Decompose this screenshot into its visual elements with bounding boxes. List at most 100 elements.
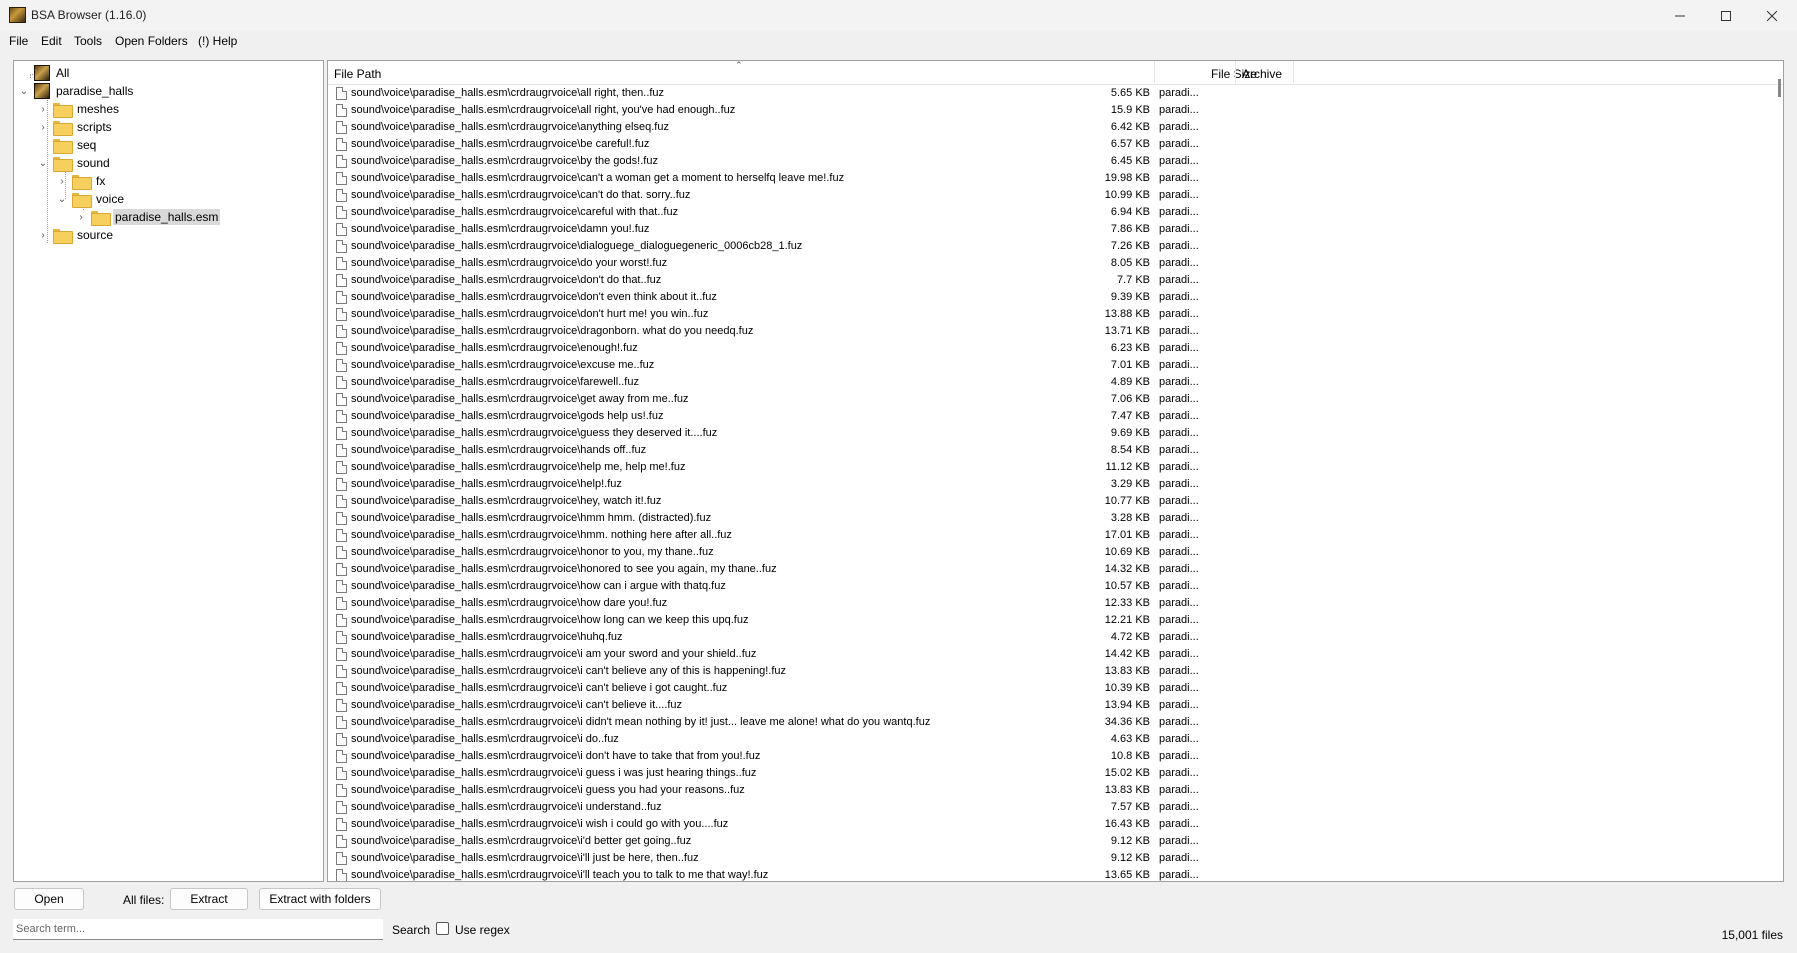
tree-item-paradise-halls-esm[interactable]: › paradise_halls.esm — [75, 208, 221, 226]
file-size-cell: 6.94 KB — [1110, 206, 1150, 218]
table-row[interactable]: sound\voice\paradise_halls.esm\crdraugrv… — [328, 816, 1783, 833]
tree-item-paradise-halls[interactable]: ⌄ paradise_halls — [18, 82, 135, 100]
table-row[interactable]: sound\voice\paradise_halls.esm\crdraugrv… — [328, 731, 1783, 748]
table-row[interactable]: sound\voice\paradise_halls.esm\crdraugrv… — [328, 85, 1783, 102]
tree-item-all[interactable]: All — [18, 64, 71, 82]
table-row[interactable]: sound\voice\paradise_halls.esm\crdraugrv… — [328, 170, 1783, 187]
table-row[interactable]: sound\voice\paradise_halls.esm\crdraugrv… — [328, 289, 1783, 306]
tree-item-scripts[interactable]: › scripts — [37, 118, 114, 136]
menu-edit[interactable]: Edit — [41, 34, 62, 48]
file-path-cell: sound\voice\paradise_halls.esm\crdraugrv… — [351, 818, 729, 830]
open-button[interactable]: Open — [14, 888, 84, 910]
table-row[interactable]: sound\voice\paradise_halls.esm\crdraugrv… — [328, 306, 1783, 323]
column-file-path[interactable]: File Path — [328, 61, 1154, 85]
table-row[interactable]: sound\voice\paradise_halls.esm\crdraugrv… — [328, 850, 1783, 867]
table-row[interactable]: sound\voice\paradise_halls.esm\crdraugrv… — [328, 323, 1783, 340]
table-row[interactable]: sound\voice\paradise_halls.esm\crdraugrv… — [328, 442, 1783, 459]
table-row[interactable]: sound\voice\paradise_halls.esm\crdraugrv… — [328, 799, 1783, 816]
search-button[interactable]: Search — [392, 923, 430, 937]
table-row[interactable]: sound\voice\paradise_halls.esm\crdraugrv… — [328, 272, 1783, 289]
column-archive[interactable]: Archive — [1236, 61, 1296, 85]
chevron-right-icon[interactable]: › — [56, 175, 68, 187]
tree-item-fx[interactable]: › fx — [56, 172, 107, 190]
chevron-right-icon[interactable]: › — [37, 103, 49, 115]
table-row[interactable]: sound\voice\paradise_halls.esm\crdraugrv… — [328, 136, 1783, 153]
table-row[interactable]: sound\voice\paradise_halls.esm\crdraugrv… — [328, 459, 1783, 476]
file-icon — [336, 410, 347, 423]
table-row[interactable]: sound\voice\paradise_halls.esm\crdraugrv… — [328, 527, 1783, 544]
table-row[interactable]: sound\voice\paradise_halls.esm\crdraugrv… — [328, 867, 1783, 881]
file-size-cell: 10.57 KB — [1104, 580, 1150, 592]
file-size-cell: 34.36 KB — [1104, 716, 1150, 728]
file-size-cell: 7.26 KB — [1110, 240, 1150, 252]
menu-tools[interactable]: Tools — [74, 34, 102, 48]
table-row[interactable]: sound\voice\paradise_halls.esm\crdraugrv… — [328, 612, 1783, 629]
table-row[interactable]: sound\voice\paradise_halls.esm\crdraugrv… — [328, 748, 1783, 765]
extract-with-folders-button[interactable]: Extract with folders — [259, 888, 381, 910]
table-row[interactable]: sound\voice\paradise_halls.esm\crdraugrv… — [328, 680, 1783, 697]
table-row[interactable]: sound\voice\paradise_halls.esm\crdraugrv… — [328, 340, 1783, 357]
tree-item-voice[interactable]: ⌄ voice — [56, 190, 126, 208]
folder-tree[interactable]: All ⌄ paradise_halls › meshes › scripts … — [13, 60, 324, 882]
table-row[interactable]: sound\voice\paradise_halls.esm\crdraugrv… — [328, 544, 1783, 561]
tree-item-seq[interactable]: seq — [37, 136, 98, 154]
menu-help[interactable]: (!) Help — [198, 34, 237, 48]
table-row[interactable]: sound\voice\paradise_halls.esm\crdraugrv… — [328, 493, 1783, 510]
table-row[interactable]: sound\voice\paradise_halls.esm\crdraugrv… — [328, 578, 1783, 595]
table-row[interactable]: sound\voice\paradise_halls.esm\crdraugrv… — [328, 238, 1783, 255]
chevron-down-icon[interactable]: ⌄ — [18, 85, 30, 97]
table-row[interactable]: sound\voice\paradise_halls.esm\crdraugrv… — [328, 204, 1783, 221]
table-row[interactable]: sound\voice\paradise_halls.esm\crdraugrv… — [328, 697, 1783, 714]
table-row[interactable]: sound\voice\paradise_halls.esm\crdraugrv… — [328, 391, 1783, 408]
chevron-right-icon[interactable]: › — [37, 121, 49, 133]
file-size-cell: 17.01 KB — [1104, 529, 1150, 541]
folder-icon — [53, 228, 73, 244]
table-row[interactable]: sound\voice\paradise_halls.esm\crdraugrv… — [328, 119, 1783, 136]
table-row[interactable]: sound\voice\paradise_halls.esm\crdraugrv… — [328, 476, 1783, 493]
menu-file[interactable]: File — [9, 34, 28, 48]
table-row[interactable]: sound\voice\paradise_halls.esm\crdraugrv… — [328, 102, 1783, 119]
tree-item-meshes[interactable]: › meshes — [37, 100, 121, 118]
use-regex-checkbox[interactable] — [436, 922, 449, 935]
table-row[interactable]: sound\voice\paradise_halls.esm\crdraugrv… — [328, 561, 1783, 578]
maximize-button[interactable] — [1703, 0, 1749, 31]
table-row[interactable]: sound\voice\paradise_halls.esm\crdraugrv… — [328, 255, 1783, 272]
table-row[interactable]: sound\voice\paradise_halls.esm\crdraugrv… — [328, 782, 1783, 799]
menu-open-folders[interactable]: Open Folders — [115, 34, 188, 48]
table-row[interactable]: sound\voice\paradise_halls.esm\crdraugrv… — [328, 765, 1783, 782]
file-list[interactable]: ⌃ File Path File Size Archive sound\voic… — [327, 60, 1784, 882]
vertical-scrollbar[interactable] — [1778, 79, 1781, 97]
file-size-cell: 6.57 KB — [1110, 138, 1150, 150]
chevron-down-icon[interactable]: ⌄ — [56, 193, 68, 205]
archive-cell: paradi... — [1159, 563, 1199, 575]
chevron-down-icon[interactable]: ⌄ — [37, 157, 49, 169]
table-row[interactable]: sound\voice\paradise_halls.esm\crdraugrv… — [328, 714, 1783, 731]
table-row[interactable]: sound\voice\paradise_halls.esm\crdraugrv… — [328, 833, 1783, 850]
table-row[interactable]: sound\voice\paradise_halls.esm\crdraugrv… — [328, 221, 1783, 238]
table-row[interactable]: sound\voice\paradise_halls.esm\crdraugrv… — [328, 663, 1783, 680]
table-row[interactable]: sound\voice\paradise_halls.esm\crdraugrv… — [328, 408, 1783, 425]
file-icon — [336, 87, 347, 100]
close-button[interactable] — [1749, 0, 1795, 31]
file-icon — [336, 750, 347, 763]
table-row[interactable]: sound\voice\paradise_halls.esm\crdraugrv… — [328, 646, 1783, 663]
file-icon — [336, 427, 347, 440]
tree-item-sound[interactable]: ⌄ sound — [37, 154, 112, 172]
file-icon — [336, 461, 347, 474]
table-row[interactable]: sound\voice\paradise_halls.esm\crdraugrv… — [328, 425, 1783, 442]
table-row[interactable]: sound\voice\paradise_halls.esm\crdraugrv… — [328, 595, 1783, 612]
file-size-cell: 13.83 KB — [1104, 784, 1150, 796]
table-row[interactable]: sound\voice\paradise_halls.esm\crdraugrv… — [328, 629, 1783, 646]
table-row[interactable]: sound\voice\paradise_halls.esm\crdraugrv… — [328, 374, 1783, 391]
table-row[interactable]: sound\voice\paradise_halls.esm\crdraugrv… — [328, 153, 1783, 170]
file-path-cell: sound\voice\paradise_halls.esm\crdraugrv… — [351, 767, 757, 779]
table-row[interactable]: sound\voice\paradise_halls.esm\crdraugrv… — [328, 357, 1783, 374]
minimize-button[interactable] — [1657, 0, 1703, 31]
chevron-right-icon[interactable]: › — [75, 211, 87, 223]
search-input[interactable] — [13, 919, 383, 940]
chevron-right-icon[interactable]: › — [37, 229, 49, 241]
table-row[interactable]: sound\voice\paradise_halls.esm\crdraugrv… — [328, 510, 1783, 527]
table-row[interactable]: sound\voice\paradise_halls.esm\crdraugrv… — [328, 187, 1783, 204]
tree-item-source[interactable]: › source — [37, 226, 115, 244]
extract-button[interactable]: Extract — [170, 888, 248, 910]
